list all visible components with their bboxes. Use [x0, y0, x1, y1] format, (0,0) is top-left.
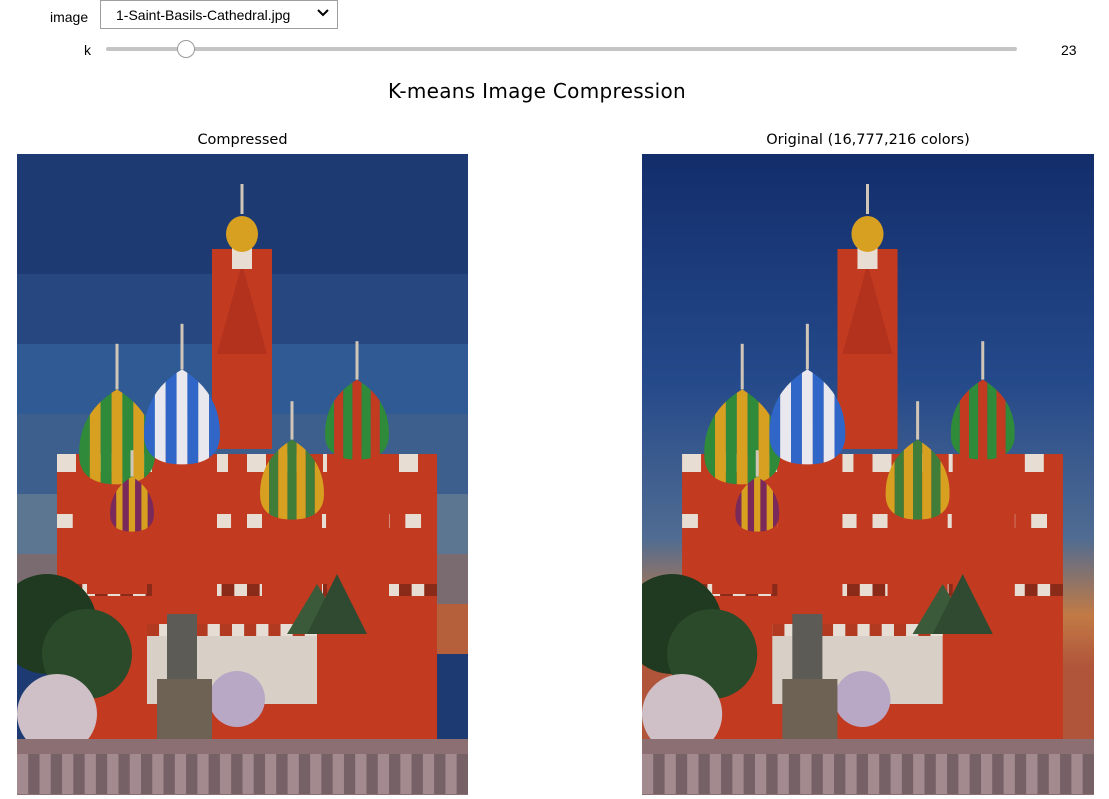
compressed-image	[17, 154, 468, 795]
image-select-label: image	[50, 9, 89, 25]
image-dropdown-value: 1-Saint-Basils-Cathedral.jpg	[116, 6, 291, 23]
k-slider-label: k	[84, 42, 91, 58]
k-slider-track[interactable]	[106, 47, 1017, 51]
image-dropdown[interactable]: 1-Saint-Basils-Cathedral.jpg	[100, 0, 338, 29]
compressed-title: Compressed	[197, 132, 288, 148]
figure-title: K-means Image Compression	[388, 79, 686, 103]
k-slider-value: 23	[1061, 42, 1077, 58]
chevron-down-icon	[317, 9, 329, 17]
k-slider-handle[interactable]	[177, 40, 195, 58]
original-image	[642, 154, 1094, 795]
original-title: Original (16,777,216 colors)	[766, 132, 970, 148]
